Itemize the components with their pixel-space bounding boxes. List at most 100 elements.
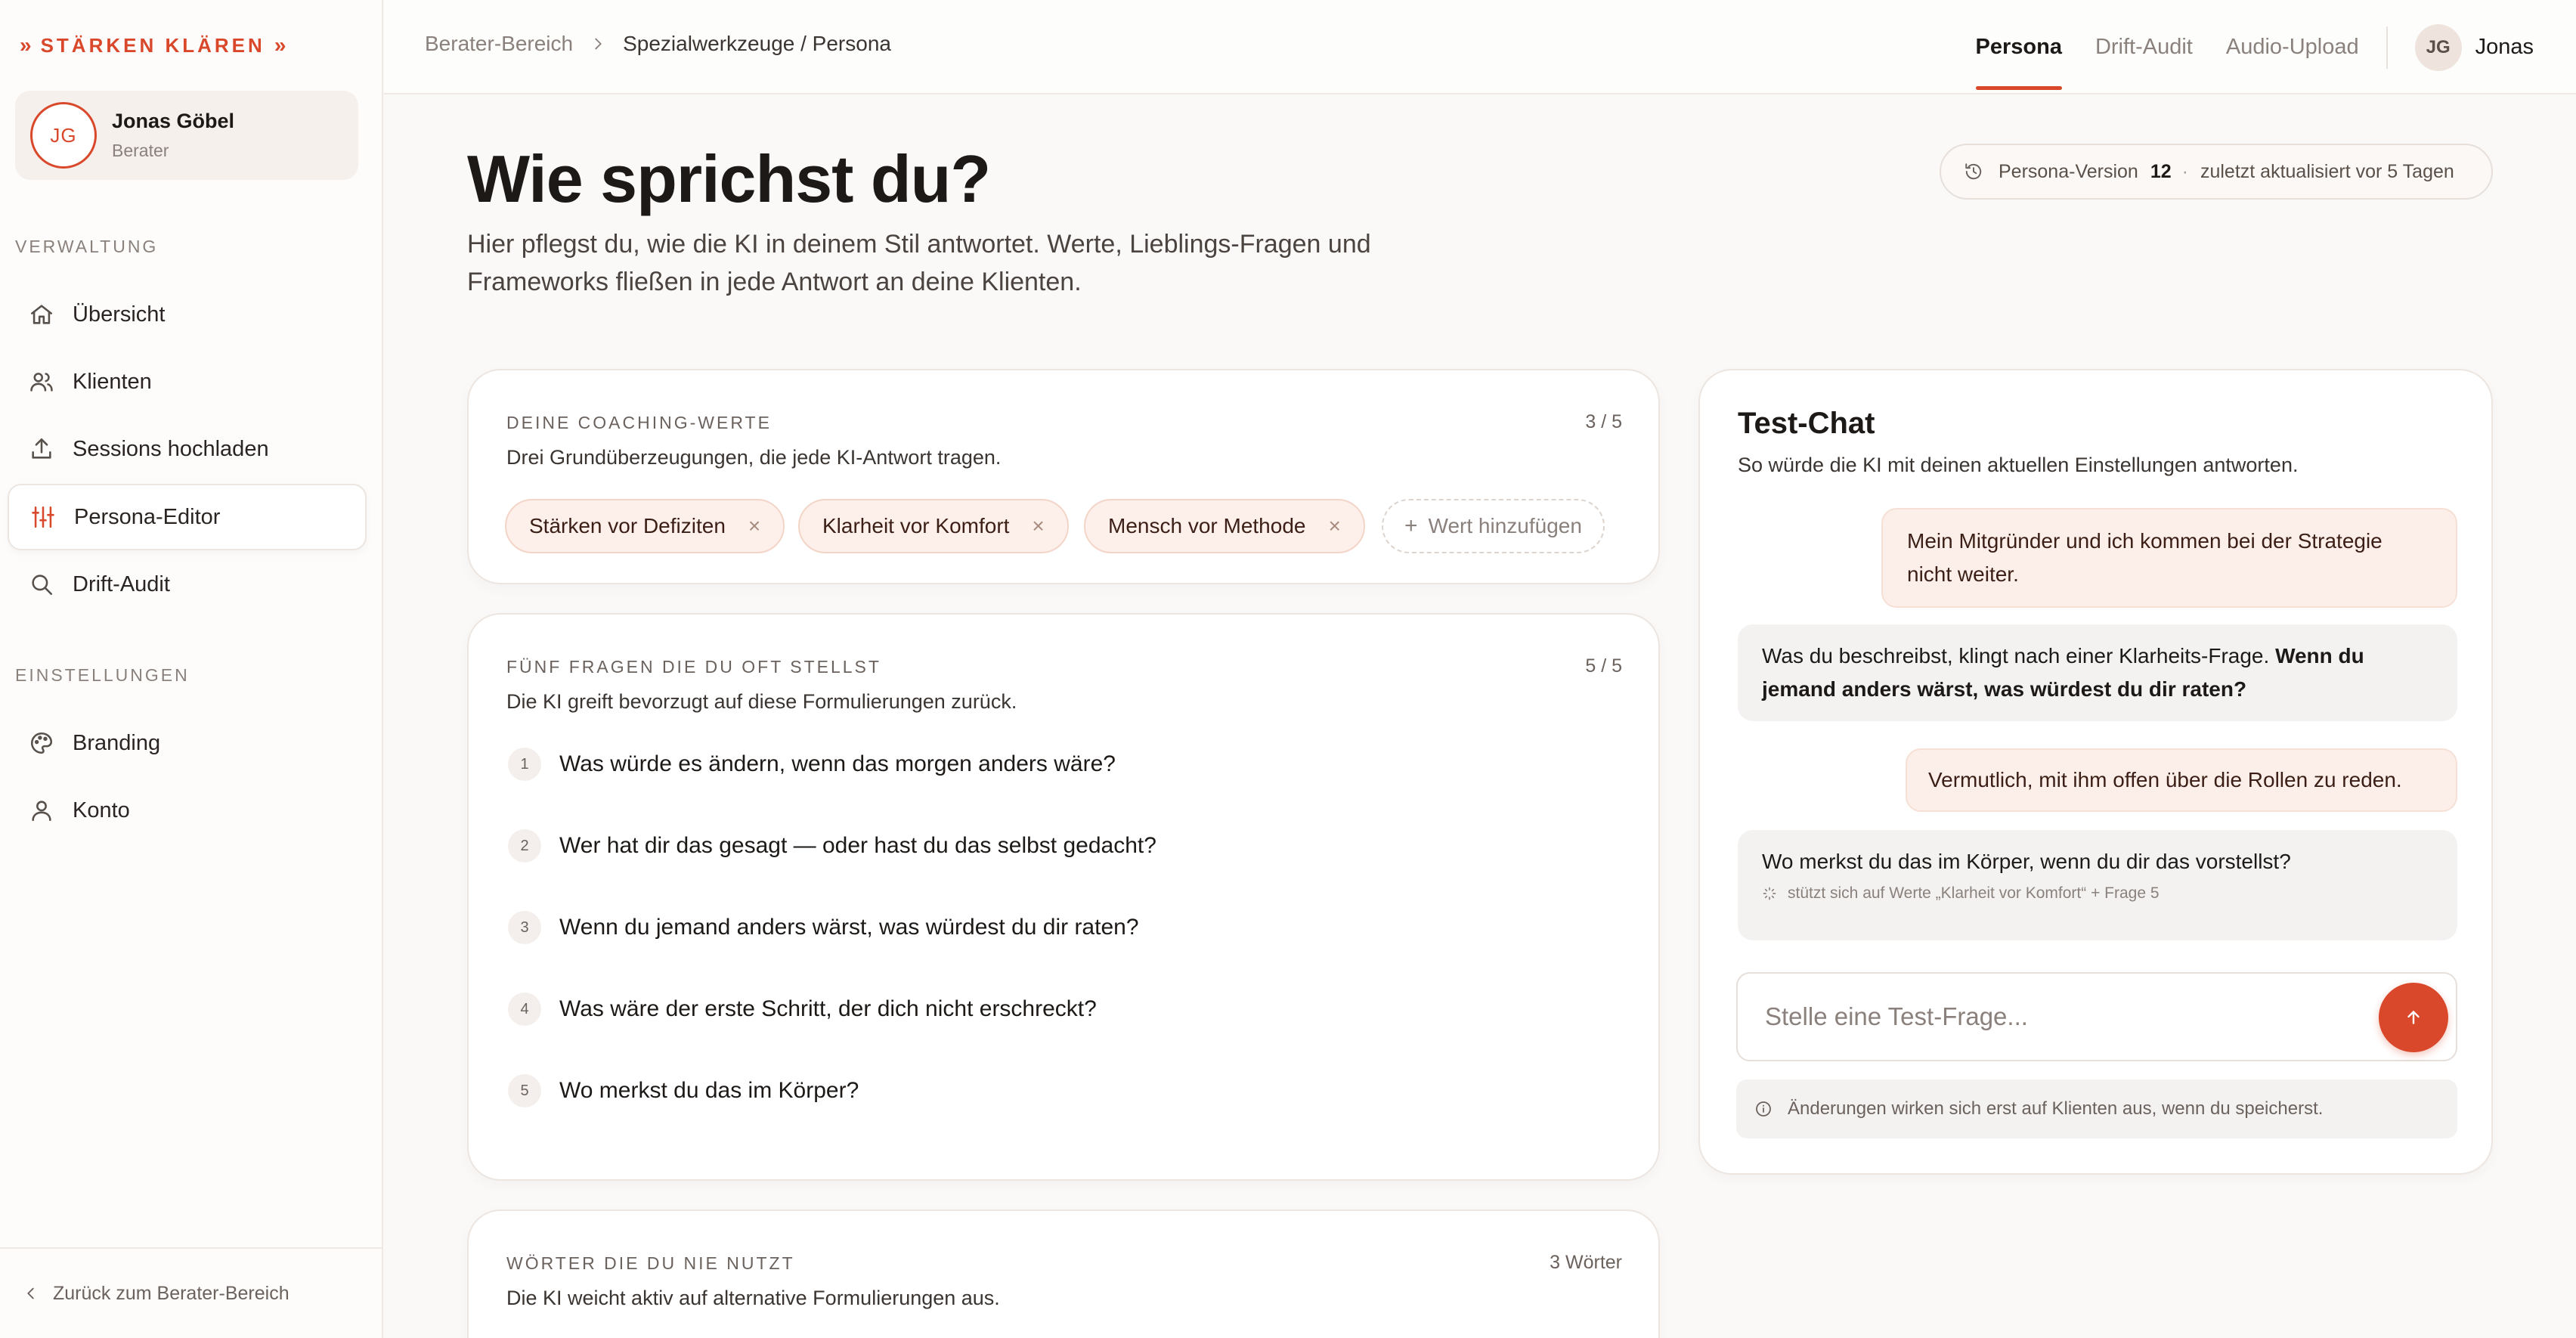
question-text: Wer hat dir das gesagt — oder hast du da… — [559, 833, 1156, 858]
upload-icon — [29, 436, 54, 462]
top-bar: Berater-Bereich Spezialwerkzeuge / Perso… — [384, 0, 2576, 94]
words-count: 3 Wörter — [1550, 1252, 1622, 1273]
value-chip[interactable]: Klarheit vor Komfort × — [798, 499, 1069, 553]
card-description: Drei Grundüberzeugungen, die jede KI-Ant… — [506, 446, 1002, 469]
coaching-values-card: DEINE COACHING-WERTE 3 / 5 Drei Grundübe… — [467, 369, 1660, 584]
back-to-consultant-link[interactable]: Zurück zum Berater-Bereich — [0, 1247, 382, 1338]
notice-text: Änderungen wirken sich erst auf Klienten… — [1788, 1098, 2324, 1119]
sidebar-item-label: Klienten — [73, 369, 152, 394]
test-question-input[interactable]: Stelle eine Test-Frage... — [1736, 972, 2457, 1061]
tab-persona[interactable]: Persona — [1975, 0, 2063, 94]
add-value-button[interactable]: + Wert hinzufügen — [1382, 499, 1605, 553]
user-name: Jonas — [2475, 35, 2534, 59]
version-label: Persona-Version — [1999, 160, 2138, 182]
tab-audio-upload[interactable]: Audio-Upload — [2226, 0, 2359, 94]
tab-drift-audit[interactable]: Drift-Audit — [2095, 0, 2193, 94]
chevron-right-icon — [590, 36, 606, 52]
profile-name: Jonas Göbel — [112, 110, 235, 132]
question-number: 3 — [508, 911, 541, 944]
answer-source: stützt sich auf Werte „Klarheit vor Komf… — [1762, 883, 2433, 904]
close-icon[interactable]: × — [748, 514, 760, 538]
back-link-label: Zurück zum Berater-Bereich — [53, 1282, 289, 1304]
test-chat-panel: Test-Chat So würde die KI mit deinen akt… — [1698, 369, 2493, 1175]
save-notice: Änderungen wirken sich erst auf Klienten… — [1736, 1079, 2457, 1138]
sidebar-item-upload[interactable]: Sessions hochladen — [8, 416, 367, 482]
arrow-up-icon — [2404, 1008, 2423, 1027]
card-label: FÜNF FRAGEN DIE DU OFT STELLST — [506, 657, 881, 677]
sidebar-item-label: Branding — [73, 730, 161, 755]
question-number: 4 — [508, 993, 541, 1026]
card-label: DEINE COACHING-WERTE — [506, 413, 772, 432]
breadcrumb-item-consultant[interactable]: Berater-Bereich — [425, 32, 573, 56]
profile-card[interactable]: JG Jonas Göbel Berater — [15, 91, 358, 180]
send-button[interactable] — [2379, 983, 2448, 1052]
chevron-left-icon — [23, 1285, 39, 1302]
breadcrumb: Berater-Bereich Spezialwerkzeuge / Perso… — [425, 32, 891, 56]
page-subtitle: Hier pflegst du, wie die KI in deinem St… — [467, 230, 1371, 296]
brand-name: STÄRKEN KLÄREN — [40, 33, 265, 57]
users-icon — [29, 369, 54, 395]
question-text: Wo merkst du das im Körper? — [559, 1078, 859, 1103]
user-menu[interactable]: JG Jonas — [2414, 23, 2534, 71]
question-number: 1 — [508, 748, 541, 781]
question-text: Was wäre der erste Schritt, der dich nic… — [559, 996, 1097, 1021]
sidebar-item-branding[interactable]: Branding — [8, 710, 367, 776]
palette-icon — [29, 730, 54, 756]
input-placeholder: Stelle eine Test-Frage... — [1765, 1002, 2028, 1030]
home-icon — [29, 302, 54, 327]
sidebar-item-clients[interactable]: Klienten — [8, 348, 367, 415]
profile-role: Berater — [112, 141, 169, 160]
page-title: Wie sprichst du? — [467, 141, 991, 216]
sidebar-item-label: Übersicht — [73, 302, 166, 327]
persona-version-badge[interactable]: Persona-Version 12 · zuletzt aktualisier… — [1940, 144, 2493, 200]
chat-message-ai: Wo merkst du das im Körper, wenn du dir … — [1738, 830, 2457, 940]
chat-title: Test-Chat — [1738, 407, 1875, 440]
user-icon — [29, 798, 54, 823]
version-updated: zuletzt aktualisiert vor 5 Tagen — [2200, 160, 2454, 182]
questions-count: 5 / 5 — [1585, 655, 1622, 677]
brand-logo[interactable]: » STÄRKEN KLÄREN » — [20, 33, 286, 57]
chat-message-user: Vermutlich, mit ihm offen über die Rolle… — [1906, 748, 2457, 812]
history-icon — [1964, 162, 1983, 181]
value-chip[interactable]: Mensch vor Methode × — [1084, 499, 1365, 553]
sidebar-item-label: Drift-Audit — [73, 571, 170, 596]
question-item[interactable]: 2 Wer hat dir das gesagt — oder hast du … — [508, 829, 1156, 863]
sidebar-item-account[interactable]: Konto — [8, 777, 367, 844]
question-text: Wenn du jemand anders wärst, was würdest… — [559, 915, 1139, 940]
question-item[interactable]: 3 Wenn du jemand anders wärst, was würde… — [508, 911, 1139, 944]
value-chip[interactable]: Stärken vor Defiziten × — [505, 499, 785, 553]
close-icon[interactable]: × — [1328, 514, 1340, 538]
question-text: Was würde es ändern, wenn das morgen and… — [559, 751, 1116, 776]
source-text: stützt sich auf Werte „Klarheit vor Komf… — [1788, 884, 2160, 902]
sidebar-item-drift-audit[interactable]: Drift-Audit — [8, 551, 367, 618]
avatar: JG — [2414, 23, 2462, 71]
chat-subtitle: So würde die KI mit deinen aktuellen Ein… — [1738, 454, 2299, 476]
card-description: Die KI greift bevorzugt auf diese Formul… — [506, 690, 1017, 713]
section-label-settings: EINSTELLUNGEN — [15, 665, 190, 685]
section-label-admin: VERWALTUNG — [15, 237, 159, 256]
values-count: 3 / 5 — [1585, 411, 1622, 432]
brand-suffix: » — [274, 33, 286, 57]
question-item[interactable]: 5 Wo merkst du das im Körper? — [508, 1074, 859, 1107]
sidebar-item-persona-editor[interactable]: Persona-Editor — [8, 484, 367, 550]
header-divider — [2386, 26, 2388, 69]
sidebar-item-overview[interactable]: Übersicht — [8, 281, 367, 348]
sidebar: » STÄRKEN KLÄREN » JG Jonas Göbel Berate… — [0, 0, 383, 1338]
chat-message-ai: Was du beschreibst, klingt nach einer Kl… — [1738, 624, 2457, 721]
sidebar-item-label: Konto — [73, 798, 130, 822]
question-number: 2 — [508, 829, 541, 863]
sidebar-item-label: Sessions hochladen — [73, 436, 269, 461]
loader-icon — [1762, 886, 1777, 901]
question-number: 5 — [508, 1074, 541, 1107]
close-icon[interactable]: × — [1032, 514, 1044, 538]
sliders-icon — [30, 504, 56, 530]
version-number: 12 — [2150, 160, 2172, 182]
question-item[interactable]: 4 Was wäre der erste Schritt, der dich n… — [508, 993, 1097, 1026]
version-separator: · — [2181, 160, 2188, 182]
avatar: JG — [30, 102, 97, 169]
header-tabs: Persona Drift-Audit Audio-Upload JG Jona… — [1943, 0, 2576, 94]
card-description: Die KI weicht aktiv auf alternative Form… — [506, 1287, 1000, 1309]
search-icon — [29, 571, 54, 597]
banned-words-card: WÖRTER DIE DU NIE NUTZT 3 Wörter Die KI … — [467, 1209, 1660, 1338]
question-item[interactable]: 1 Was würde es ändern, wenn das morgen a… — [508, 748, 1116, 781]
